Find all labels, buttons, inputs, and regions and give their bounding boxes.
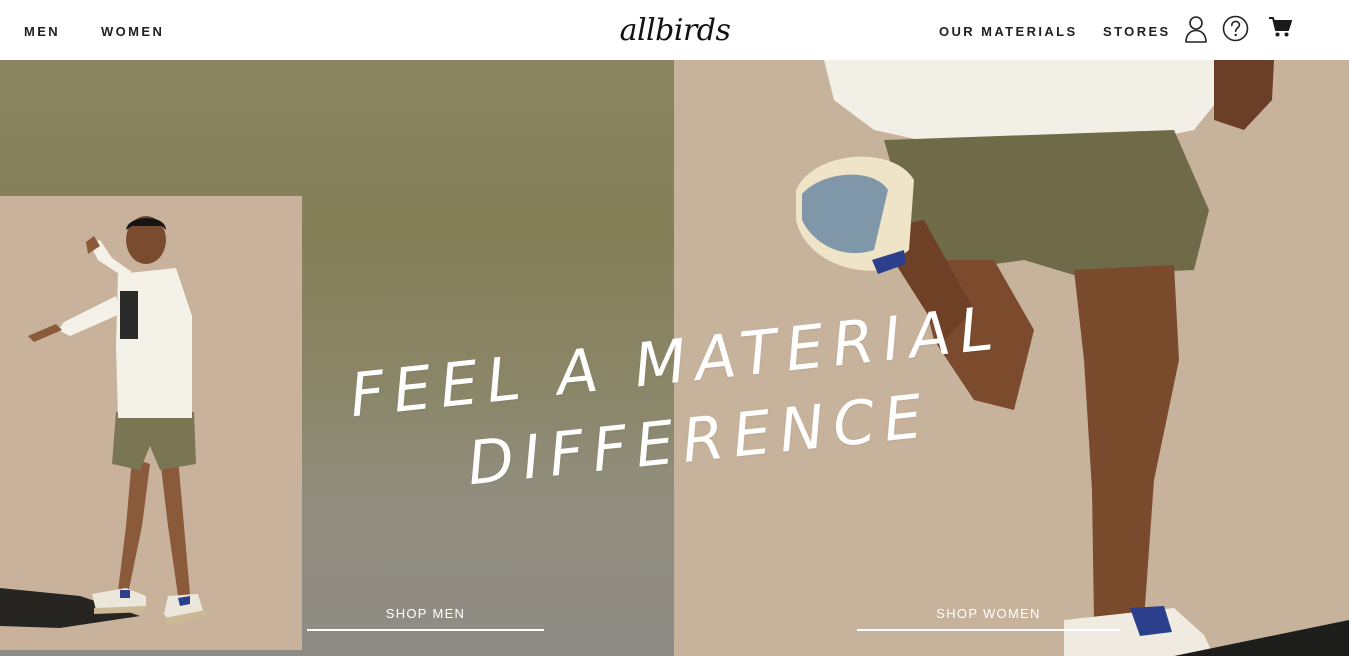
nav-our-materials-link[interactable]: OUR MATERIALS (939, 24, 1078, 39)
nav-stores-link[interactable]: STORES (1103, 24, 1171, 39)
shop-women-button[interactable]: SHOP WOMEN (857, 606, 1120, 631)
help-icon[interactable] (1222, 15, 1249, 42)
cart-icon[interactable] (1268, 16, 1292, 38)
allbirds-logo[interactable]: allbirds (618, 10, 732, 54)
hero-banner: FEEL A MATERIAL DIFFERENCE SHOP MEN SHOP… (0, 60, 1349, 656)
shop-men-button[interactable]: SHOP MEN (307, 606, 544, 631)
nav-men-link[interactable]: MEN (24, 24, 60, 39)
nav-women-link[interactable]: WOMEN (101, 24, 164, 39)
logo-wordmark: allbirds (619, 13, 731, 48)
men-model-photo (0, 196, 302, 650)
site-header: MEN WOMEN allbirds OUR MATERIALS STORES (0, 0, 1349, 60)
model-illustration (0, 216, 206, 628)
account-icon[interactable] (1183, 15, 1209, 43)
